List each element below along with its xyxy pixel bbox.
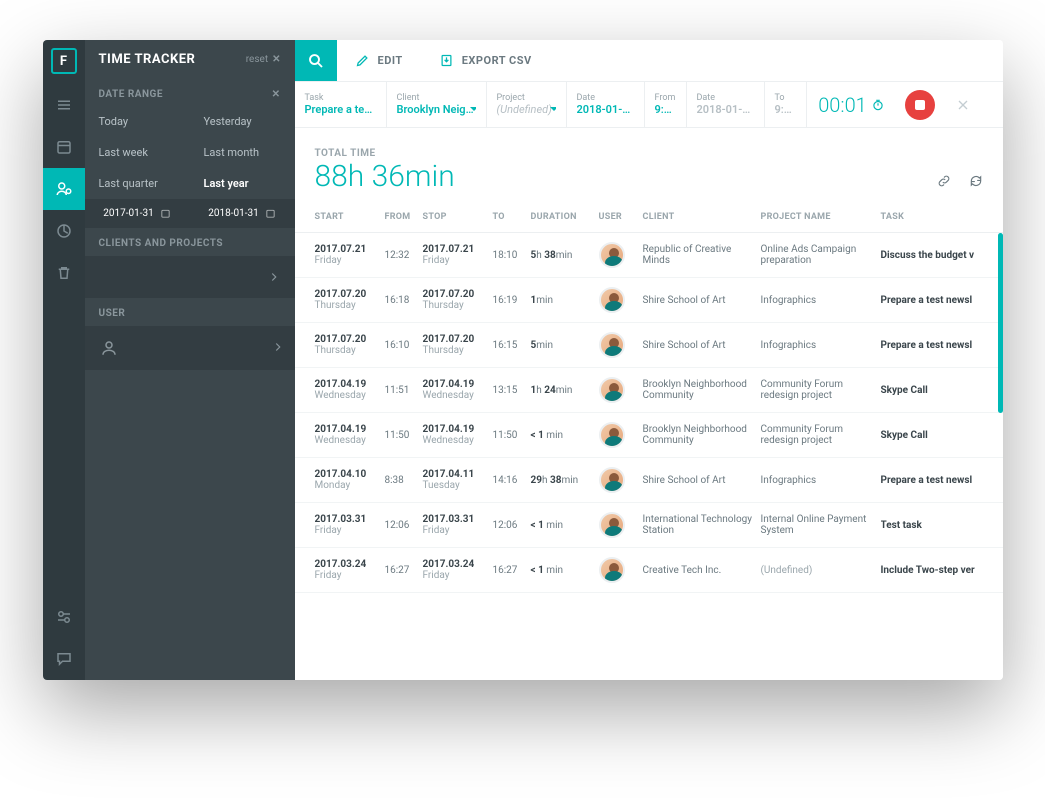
col-to[interactable]: TO: [493, 212, 531, 222]
stop-button[interactable]: [897, 82, 943, 127]
user-label: USER: [85, 298, 295, 325]
table-row[interactable]: 2017.07.21Friday12:322017.07.21Friday18:…: [295, 233, 1003, 278]
avatar: [599, 422, 625, 448]
export-csv-button[interactable]: EXPORT CSV: [421, 40, 550, 81]
rail-item-settings[interactable]: [43, 596, 85, 638]
sidebar-title: TIME TRACKER: [99, 52, 196, 67]
logo: F: [51, 48, 77, 74]
col-duration[interactable]: DURATION: [531, 212, 599, 222]
date-to[interactable]: 2018-01-31: [190, 199, 295, 228]
table-row[interactable]: 2017.04.19Wednesday11:512017.04.19Wednes…: [295, 368, 1003, 413]
clients-projects-select[interactable]: [85, 256, 295, 298]
col-task[interactable]: TASK: [881, 212, 983, 222]
user-select[interactable]: [85, 326, 295, 370]
clients-projects-label: CLIENTS AND PROJECTS: [85, 228, 295, 255]
table-row[interactable]: 2017.07.20Thursday16:102017.07.20Thursda…: [295, 323, 1003, 368]
col-project[interactable]: PROJECT NAME: [761, 212, 881, 222]
toolbar: EDIT EXPORT CSV: [295, 40, 1003, 82]
stop-icon: [915, 100, 925, 110]
total-time-value: 88h 36min: [315, 159, 455, 194]
range-today[interactable]: Today: [85, 106, 190, 137]
user-icon: [95, 334, 123, 362]
range-last-year[interactable]: Last year: [190, 168, 295, 199]
avatar: [599, 377, 625, 403]
clock-icon: [871, 98, 885, 112]
table-body: 2017.07.21Friday12:322017.07.21Friday18:…: [295, 233, 1003, 680]
pencil-icon: [355, 53, 370, 68]
entry-bar: TaskPrepare a test ne ClientBrooklyn Nei…: [295, 82, 1003, 128]
rail-item-trash[interactable]: [43, 252, 85, 294]
col-user[interactable]: USER: [599, 212, 643, 222]
table-row[interactable]: 2017.04.10Monday8:382017.04.11Tuesday14:…: [295, 458, 1003, 503]
date-range-label: DATE RANGE ✕: [85, 79, 295, 106]
calendar-icon: [160, 208, 171, 219]
scrollbar[interactable]: [998, 233, 1003, 413]
col-from[interactable]: FROM: [385, 212, 423, 222]
close-entry-button[interactable]: [943, 82, 983, 127]
app-shell: F TIME TRACKER reset ✕ DATE RANGE ✕ Toda…: [43, 40, 1003, 680]
totals: TOTAL TIME 88h 36min: [295, 128, 1003, 202]
entry-date-to[interactable]: Date2018-01-31: [687, 82, 765, 127]
range-last-month[interactable]: Last month: [190, 137, 295, 168]
entry-project[interactable]: Project(Undefined): [487, 82, 567, 127]
date-from[interactable]: 2017-01-31: [85, 199, 190, 228]
rail-item-calendar[interactable]: [43, 126, 85, 168]
table-row[interactable]: 2017.04.19Wednesday11:502017.04.19Wednes…: [295, 413, 1003, 458]
table-row[interactable]: 2017.03.24Friday16:272017.03.24Friday16:…: [295, 548, 1003, 593]
clear-icon[interactable]: ✕: [272, 89, 281, 100]
link-icon[interactable]: [937, 174, 951, 188]
close-icon: [955, 97, 971, 113]
nav-rail: F: [43, 40, 85, 680]
col-client[interactable]: CLIENT: [643, 212, 761, 222]
rail-item-tracker[interactable]: [43, 168, 85, 210]
range-yesterday[interactable]: Yesterday: [190, 106, 295, 137]
edit-button[interactable]: EDIT: [337, 40, 421, 81]
col-stop[interactable]: STOP: [423, 212, 493, 222]
reset-button[interactable]: reset ✕: [246, 54, 281, 65]
avatar: [599, 332, 625, 358]
sidebar: TIME TRACKER reset ✕ DATE RANGE ✕ Today …: [85, 40, 295, 680]
chevron-right-icon: [271, 340, 285, 354]
chevron-right-icon: [267, 270, 281, 284]
range-last-quarter[interactable]: Last quarter: [85, 168, 190, 199]
col-start[interactable]: START: [315, 212, 385, 222]
search-button[interactable]: [295, 40, 337, 81]
entry-from[interactable]: From9:36: [645, 82, 687, 127]
date-range-options: Today Yesterday Last week Last month Las…: [85, 106, 295, 199]
entry-task[interactable]: TaskPrepare a test ne: [295, 82, 387, 127]
table-row[interactable]: 2017.07.20Thursday16:182017.07.20Thursda…: [295, 278, 1003, 323]
avatar: [599, 242, 625, 268]
range-last-week[interactable]: Last week: [85, 137, 190, 168]
entry-to[interactable]: To9:37: [765, 82, 807, 127]
search-icon: [307, 52, 325, 70]
avatar: [599, 512, 625, 538]
main-content: EDIT EXPORT CSV TaskPrepare a test ne Cl…: [295, 40, 1003, 680]
export-icon: [439, 53, 454, 68]
entry-date-from[interactable]: Date2018-01-31: [567, 82, 645, 127]
date-range-inputs: 2017-01-31 2018-01-31: [85, 199, 295, 228]
avatar: [599, 557, 625, 583]
total-time-label: TOTAL TIME: [315, 148, 455, 159]
entry-client[interactable]: ClientBrooklyn Neighb: [387, 82, 487, 127]
timer-display: 00:01: [807, 82, 897, 127]
table-row[interactable]: 2017.03.31Friday12:062017.03.31Friday12:…: [295, 503, 1003, 548]
close-icon: ✕: [272, 54, 280, 65]
refresh-icon[interactable]: [969, 174, 983, 188]
avatar: [599, 287, 625, 313]
avatar: [599, 467, 625, 493]
rail-item-menu[interactable]: [43, 84, 85, 126]
table-header: START FROM STOP TO DURATION USER CLIENT …: [295, 202, 1003, 233]
rail-item-reports[interactable]: [43, 210, 85, 252]
rail-item-feedback[interactable]: [43, 638, 85, 680]
calendar-icon: [265, 208, 276, 219]
